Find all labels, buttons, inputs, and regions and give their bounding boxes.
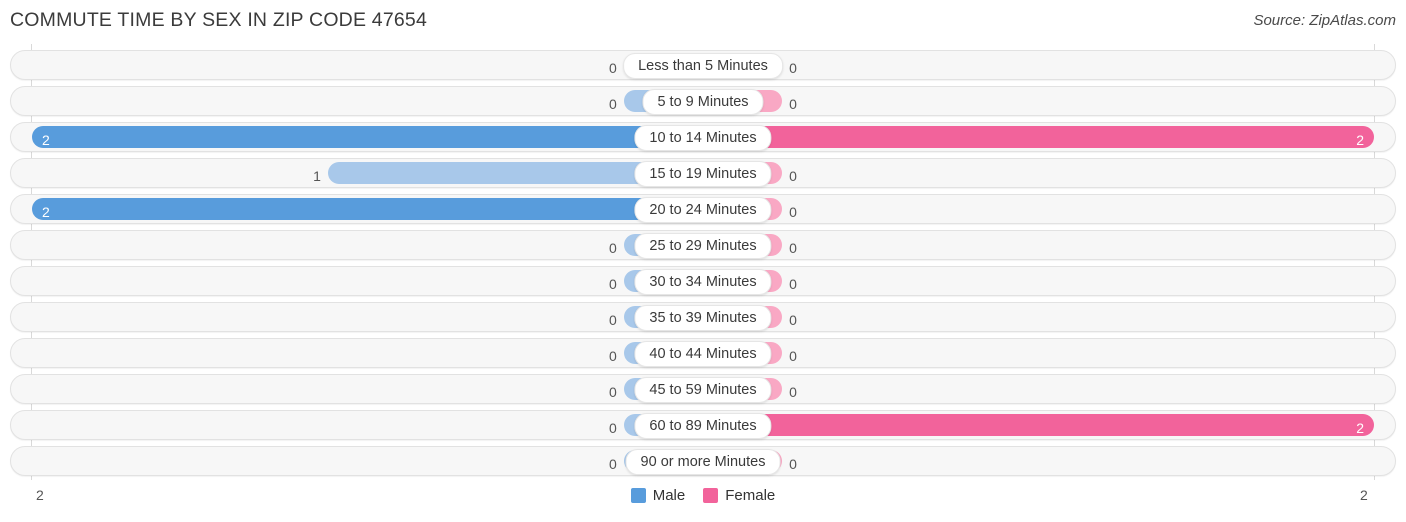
female-half-track: 0: [703, 162, 1374, 184]
male-value-label: 0: [609, 348, 617, 364]
female-value-label: 0: [789, 384, 797, 400]
male-bar[interactable]: [32, 198, 703, 220]
female-value-label: 0: [789, 276, 797, 292]
female-value-label: 0: [789, 240, 797, 256]
chart-row[interactable]: 0 0 5 to 9 Minutes: [10, 86, 1396, 116]
female-half-track: 0: [703, 378, 1374, 400]
female-half-track: 0: [703, 90, 1374, 112]
female-bar[interactable]: [703, 414, 1374, 436]
category-label: 40 to 44 Minutes: [634, 341, 772, 367]
male-half-track: 2: [32, 126, 703, 148]
category-label: 90 or more Minutes: [625, 449, 781, 475]
chart-row[interactable]: 0 0 35 to 39 Minutes: [10, 302, 1396, 332]
legend-item[interactable]: Female: [703, 487, 775, 504]
male-half-track: 0: [32, 54, 703, 76]
male-value-label: 2: [42, 204, 50, 220]
female-half-track: 0: [703, 54, 1374, 76]
male-bar[interactable]: [32, 126, 703, 148]
source-attribution: Source: ZipAtlas.com: [1253, 12, 1396, 29]
chart-row[interactable]: 2 0 20 to 24 Minutes: [10, 194, 1396, 224]
male-value-label: 2: [42, 132, 50, 148]
male-value-label: 0: [609, 456, 617, 472]
female-half-track: 0: [703, 450, 1374, 472]
chart-row[interactable]: 2 2 10 to 14 Minutes: [10, 122, 1396, 152]
category-label: 25 to 29 Minutes: [634, 233, 772, 259]
chart-legend: Male Female: [0, 487, 1406, 504]
chart-rows: 0 0 Less than 5 Minutes 0 0 5 to 9 Minutes 2 2 1…: [0, 44, 1406, 476]
female-half-track: 0: [703, 342, 1374, 364]
page-title: COMMUTE TIME BY SEX IN ZIP CODE 47654: [10, 9, 428, 31]
female-value-label: 0: [789, 456, 797, 472]
category-label: 35 to 39 Minutes: [634, 305, 772, 331]
female-value-label: 2: [1356, 132, 1364, 148]
chart-row[interactable]: 1 0 15 to 19 Minutes: [10, 158, 1396, 188]
male-half-track: 0: [32, 234, 703, 256]
female-half-track: 0: [703, 306, 1374, 328]
legend-label: Male: [652, 487, 686, 504]
female-half-track: 2: [703, 414, 1374, 436]
female-bar[interactable]: [703, 126, 1374, 148]
chart-row[interactable]: 0 0 45 to 59 Minutes: [10, 374, 1396, 404]
female-value-label: 0: [789, 348, 797, 364]
male-half-track: 0: [32, 90, 703, 112]
square-swatch-icon: [630, 488, 646, 503]
category-label: 10 to 14 Minutes: [634, 125, 772, 151]
category-label: 60 to 89 Minutes: [634, 413, 772, 439]
category-label: 15 to 19 Minutes: [634, 161, 772, 187]
male-half-track: 0: [32, 342, 703, 364]
male-value-label: 0: [609, 96, 617, 112]
chart-row[interactable]: 0 0 Less than 5 Minutes: [10, 50, 1396, 80]
legend-label: Female: [725, 487, 776, 504]
chart-row[interactable]: 0 0 90 or more Minutes: [10, 446, 1396, 476]
female-value-label: 0: [789, 60, 797, 76]
chart-footer: 2 2 Male Female: [0, 480, 1406, 522]
male-half-track: 0: [32, 270, 703, 292]
female-half-track: 0: [703, 270, 1374, 292]
male-half-track: 1: [32, 162, 703, 184]
female-value-label: 0: [789, 204, 797, 220]
category-label: 20 to 24 Minutes: [634, 197, 772, 223]
female-value-label: 0: [789, 312, 797, 328]
category-label: 45 to 59 Minutes: [634, 377, 772, 403]
male-value-label: 0: [609, 60, 617, 76]
male-half-track: 0: [32, 306, 703, 328]
female-value-label: 0: [789, 96, 797, 112]
male-half-track: 0: [32, 414, 703, 436]
male-value-label: 0: [609, 384, 617, 400]
chart-row[interactable]: 0 0 30 to 34 Minutes: [10, 266, 1396, 296]
square-swatch-icon: [703, 488, 719, 503]
male-value-label: 0: [609, 240, 617, 256]
chart-row[interactable]: 0 0 25 to 29 Minutes: [10, 230, 1396, 260]
category-label: 5 to 9 Minutes: [642, 89, 764, 115]
female-value-label: 2: [1356, 420, 1364, 436]
male-value-label: 0: [609, 420, 617, 436]
male-half-track: 0: [32, 450, 703, 472]
chart-plot-area: 0 0 Less than 5 Minutes 0 0 5 to 9 Minutes 2 2 1…: [0, 44, 1406, 480]
female-half-track: 0: [703, 234, 1374, 256]
category-label: Less than 5 Minutes: [623, 53, 783, 79]
legend-item[interactable]: Male: [630, 487, 686, 504]
female-half-track: 0: [703, 198, 1374, 220]
male-value-label: 0: [609, 312, 617, 328]
chart-header: COMMUTE TIME BY SEX IN ZIP CODE 47654 So…: [0, 0, 1406, 44]
male-value-label: 0: [609, 276, 617, 292]
female-value-label: 0: [789, 168, 797, 184]
male-half-track: 2: [32, 198, 703, 220]
male-value-label: 1: [313, 168, 321, 184]
chart-row[interactable]: 0 2 60 to 89 Minutes: [10, 410, 1396, 440]
male-half-track: 0: [32, 378, 703, 400]
category-label: 30 to 34 Minutes: [634, 269, 772, 295]
chart-row[interactable]: 0 0 40 to 44 Minutes: [10, 338, 1396, 368]
female-half-track: 2: [703, 126, 1374, 148]
